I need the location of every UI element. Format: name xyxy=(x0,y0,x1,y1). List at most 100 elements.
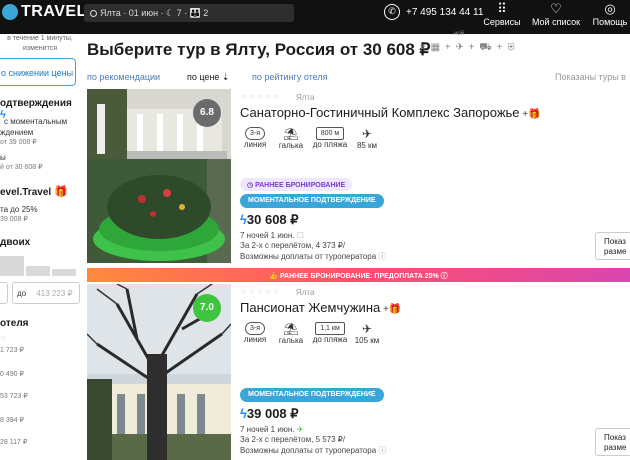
logo[interactable]: TRAVEL xyxy=(21,3,87,21)
title-tag: ной xyxy=(454,31,465,37)
feature-airport: ✈ 105 км xyxy=(351,322,383,345)
feature-label: 105 км xyxy=(354,336,380,345)
nav-my-list[interactable]: ♡ Мой список xyxy=(531,0,581,27)
feature-label: галька xyxy=(278,141,304,150)
plane-icon: ✈ xyxy=(361,127,373,141)
help-icon[interactable]: ⓘ xyxy=(378,252,386,261)
show-rooms-button[interactable]: Показ разме xyxy=(595,428,630,456)
price-item: 8 394 ₽ xyxy=(0,417,24,424)
pebble-icon: ⛱ xyxy=(283,322,299,336)
page-title: Выберите тур в Ялту, Россия от 30 608 ₽ xyxy=(87,40,431,59)
feature-label: до пляжа xyxy=(312,335,348,344)
show-rooms-button[interactable]: Показ разме xyxy=(595,232,630,260)
feature-airport: ✈ 85 км xyxy=(351,127,383,150)
search-bar[interactable]: Ялта · 01 июн · ☾ 7 · 👪 2 xyxy=(84,4,294,22)
sort-rating[interactable]: по рейтингу отеля xyxy=(252,72,327,82)
feature-line: 3-я линия xyxy=(237,322,273,344)
partner-filter-price: 39 008 ₽ xyxy=(0,216,28,223)
promo-banner[interactable]: 👍 РАННЕЕ БРОНИРОВАНИЕ: ПРЕДОПЛАТА 25% ⓘ xyxy=(87,268,630,282)
hotel-city: Ялта xyxy=(296,93,315,102)
tour-includes-icons: ≡ ▦ + ✈ + ⛟ + ⛨ xyxy=(420,42,516,53)
hotel-name[interactable]: Пансионат Жемчужина +🎁 xyxy=(240,300,401,315)
gift-icon: +🎁 xyxy=(380,304,402,315)
phone-icon[interactable]: ✆ xyxy=(384,4,400,20)
instant-confirm-badge: МОМЕНТАЛЬНОЕ ПОДТВЕРЖДЕНИЕ xyxy=(240,388,384,402)
price-for-two: За 2-х с перелётом, 5 573 ₽/ xyxy=(240,435,346,444)
hotel-stars: ☆☆☆☆☆ xyxy=(240,92,281,101)
star-icon: ☆ xyxy=(0,335,7,342)
early-booking-badge: ◷ РАННЕЕ БРОНИРОВАНИЕ xyxy=(240,178,353,191)
feature-label: 85 км xyxy=(356,141,378,150)
distance-icon: 800 м xyxy=(315,127,345,140)
line-icon: 3-я xyxy=(244,322,265,335)
feature-beach-type: ⛱ галька xyxy=(275,127,307,150)
instant-filter-text-1: с моментальным xyxy=(4,117,68,126)
grid-icon: ⠿ xyxy=(497,1,507,16)
filters-sidebar: в течение 1 минуты, изменится о снижении… xyxy=(0,34,80,460)
feature-label: до пляжа xyxy=(312,140,348,149)
nav-help-label: Помощь xyxy=(592,17,628,27)
histogram-bar xyxy=(0,256,24,276)
search-icon xyxy=(90,10,97,17)
price-filter-title: двоих xyxy=(0,237,31,248)
instant-confirm-badge: МОМЕНТАЛЬНОЕ ПОДТВЕРЖДЕНИЕ xyxy=(240,194,384,208)
hotel-filter-title: отеля xyxy=(0,318,29,329)
histogram-bar xyxy=(52,269,76,276)
gift-icon: +🎁 xyxy=(519,109,541,120)
instant-filter-text-2: ждением xyxy=(0,128,34,137)
nav-help[interactable]: ◎ Помощь xyxy=(585,0,630,27)
plane-icon: ✈ xyxy=(296,425,304,434)
hotel-card[interactable]: 6.8 ☆☆☆☆☆ Ялта Санаторно-Гостиничный Ком… xyxy=(87,89,630,267)
instant-filter-price: от 39 008 ₽ xyxy=(0,139,37,146)
sort-recommended[interactable]: по рекомендации xyxy=(87,72,160,82)
lifebuoy-icon: ◎ xyxy=(604,1,616,16)
price-item: 1 723 ₽ xyxy=(0,347,24,354)
rating-badge: 7.0 xyxy=(193,294,221,322)
line-icon: 3-я xyxy=(244,127,265,140)
distance-icon: 1,1 км xyxy=(315,322,345,335)
extras-note: Возможны доплаты от туроператора ⓘ xyxy=(240,252,387,261)
nav-services[interactable]: ⠿ Сервисы xyxy=(477,0,527,27)
price-item: 28 117 ₽ xyxy=(0,439,28,446)
tour-price[interactable]: ϟ30 608 ₽ xyxy=(240,212,299,228)
price-item: 53 723 ₽ xyxy=(0,393,28,400)
logo-icon[interactable] xyxy=(2,4,18,20)
nav-services-label: Сервисы xyxy=(483,17,521,27)
phone-number[interactable]: +7 495 134 44 11 xyxy=(406,7,483,18)
lightning-icon: ϟ xyxy=(240,406,247,421)
price-for-two: За 2-х с перелётом, 4 373 ₽/ xyxy=(240,241,346,250)
hotel-card[interactable]: 7.0 ☆☆☆☆☆ Ялта Пансионат Жемчужина +🎁 3-… xyxy=(87,284,630,460)
shown-tours-info: Показаны туры в xyxy=(555,72,626,82)
feature-beach-distance: 800 м до пляжа xyxy=(309,127,351,149)
plane-icon: ✈ xyxy=(361,322,373,336)
section-3-title: ы xyxy=(0,153,6,162)
nights-info: 7 ночей 1 июн. ☐ xyxy=(240,231,304,240)
info-icon: ☐ xyxy=(296,231,304,240)
tour-price[interactable]: ϟ39 008 ₽ xyxy=(240,406,299,422)
hotel-name[interactable]: Санаторно-Гостиничный Комплекс Запорожье… xyxy=(240,105,541,120)
sidebar-note: в течение 1 минуты, изменится xyxy=(7,35,73,52)
price-item: 0 490 ₽ xyxy=(0,371,24,378)
partner-filter-text: та до 25% xyxy=(0,205,38,214)
hotel-stars: ☆☆☆☆☆ xyxy=(240,287,281,296)
partner-filter-title[interactable]: evel.Travel 🎁 xyxy=(0,185,68,198)
help-icon[interactable]: ⓘ xyxy=(378,446,386,455)
rating-badge: 6.8 xyxy=(193,99,221,127)
search-summary: Ялта · 01 июн · ☾ 7 · 👪 2 xyxy=(100,8,209,18)
price-from-field[interactable] xyxy=(0,282,8,304)
lightning-icon: ϟ xyxy=(240,212,247,227)
price-drop-notify-button[interactable]: о снижении цены xyxy=(0,58,76,86)
nights-info: 7 ночей 1 июн. ✈ xyxy=(240,425,304,434)
price-to-field[interactable]: до 413 223 ₽ xyxy=(12,282,80,304)
histogram-bar xyxy=(26,266,50,276)
pebble-icon: ⛱ xyxy=(283,127,299,141)
extras-note: Возможны доплаты от туроператора ⓘ xyxy=(240,446,387,455)
sort-price[interactable]: по цене ⇣ xyxy=(187,72,229,83)
feature-beach-type: ⛱ галька xyxy=(275,322,307,345)
section-3-price: й от 30 608 ₽ xyxy=(0,164,43,171)
hotel-city: Ялта xyxy=(296,288,315,297)
top-bar: TRAVEL Ялта · 01 июн · ☾ 7 · 👪 2 ✆ +7 49… xyxy=(0,0,630,34)
feature-label: линия xyxy=(243,335,267,344)
feature-line: 3-я линия xyxy=(237,127,273,149)
feature-label: галька xyxy=(278,336,304,345)
